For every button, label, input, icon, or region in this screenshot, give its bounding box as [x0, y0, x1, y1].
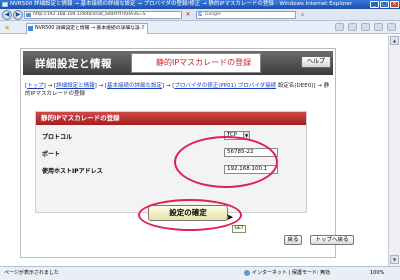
port-label: ポート	[42, 151, 61, 158]
stop-icon[interactable]: ✕	[184, 11, 192, 19]
toolbar-buttons	[335, 23, 396, 31]
tab-bar: ★ NVR500 詳細設定と情報 → 基本接続の詳細な設... ×	[0, 21, 400, 34]
google-icon: G	[198, 12, 203, 18]
help-button[interactable]: ヘルプ	[301, 56, 331, 68]
search-placeholder: Google	[205, 12, 221, 17]
page-content: 詳細設定と情報 静的IPマスカレードの登録 ヘルプ [トップ] → [詳細設定と…	[0, 35, 400, 265]
protocol-row: プロトコル TCP ▼	[40, 129, 302, 143]
print-icon[interactable]	[361, 23, 370, 31]
scroll-down-icon[interactable]: ▼	[390, 255, 399, 264]
breadcrumb-separator: ] → [	[43, 83, 57, 89]
maximize-button[interactable]: □	[380, 1, 389, 8]
security-zone: インターネット | 保護モード: 無効	[244, 267, 330, 280]
breadcrumb-separator: ] → [	[94, 83, 107, 89]
page-icon	[26, 13, 31, 17]
back-button[interactable]: 戻る	[284, 235, 302, 245]
page-title: 詳細設定と情報	[35, 58, 112, 70]
tab-page-icon	[28, 26, 33, 31]
zoom-level[interactable]: 100%	[370, 267, 384, 280]
status-bar: ページが表示されました インターネット | 保護モード: 無効 100%	[0, 266, 400, 280]
minimize-button[interactable]: _	[370, 1, 379, 8]
forward-nav-button[interactable]: ▶	[13, 10, 23, 20]
window-controls: _ □ ×	[370, 1, 399, 8]
tab-close-icon[interactable]: ×	[141, 24, 145, 30]
tab-label: NVR500 詳細設定と情報 → 基本接続の詳細な設...	[35, 26, 145, 31]
annotation-oval-confirm	[138, 199, 242, 231]
scroll-up-icon[interactable]: ▲	[390, 36, 399, 45]
address-bar: ◀ ▶ http://192.168.100.1/detail/nat_adds…	[0, 9, 400, 21]
ie-app-icon	[2, 2, 8, 7]
breadcrumb-separator: ] → [	[162, 83, 175, 89]
host-ip-label: 使用ホストIPアドレス	[42, 168, 103, 175]
window-title-bar: NVR500 詳細設定と情報 → 基本接続の詳細な設定 → プロバイダの登録/修…	[0, 0, 400, 9]
page-menu-icon[interactable]	[374, 23, 383, 31]
favorites-star-icon[interactable]: ★	[4, 24, 10, 32]
breadcrumb-top-link[interactable]: トップ	[27, 83, 44, 89]
back-to-top-button[interactable]: トップへ戻る	[310, 235, 354, 245]
search-input[interactable]: G Google ⌕	[196, 11, 304, 19]
search-icon[interactable]: ⌕	[301, 12, 304, 18]
panel-title: 静的IPマスカレードの登録	[36, 112, 306, 125]
close-button[interactable]: ×	[390, 1, 399, 8]
protocol-label: プロトコル	[42, 134, 73, 141]
page-subtitle: 静的IPマスカレードの登録	[131, 53, 261, 73]
tab-current[interactable]: NVR500 詳細設定と情報 → 基本接続の詳細な設...	[26, 23, 148, 34]
status-text: ページが表示されました	[4, 270, 59, 276]
url-input[interactable]: http://192.168.100.1/detail/nat_addstrt?…	[24, 11, 182, 19]
vertical-scrollbar[interactable]: ▲ ▼	[388, 35, 400, 266]
tools-menu-icon[interactable]	[387, 23, 396, 31]
feeds-icon[interactable]	[348, 23, 357, 31]
window-title: NVR500 詳細設定と情報 → 基本接続の詳細な設定 → プロバイダの登録/修…	[10, 1, 353, 7]
security-zone-text: インターネット | 保護モード: 無効	[252, 270, 331, 276]
breadcrumb-basic-link[interactable]: 基本接続の詳細な設定	[107, 83, 162, 89]
breadcrumb: [トップ] → [詳細設定と情報] → [基本接続の詳細な設定] → [プロバイ…	[25, 83, 331, 98]
cursor-tooltip: GET	[232, 225, 246, 233]
annotation-oval-fields	[174, 136, 278, 188]
breadcrumb-detail-link[interactable]: 詳細設定と情報	[56, 83, 95, 89]
url-text: http://192.168.100.1/detail/nat_addstrt?…	[33, 12, 146, 17]
breadcrumb-provider-link[interactable]: プロバイダの修正(PP01) プロバイダ接続	[174, 83, 276, 89]
globe-icon	[244, 269, 250, 276]
back-nav-button[interactable]: ◀	[2, 10, 12, 20]
page-header: 詳細設定と情報 静的IPマスカレードの登録 ヘルプ	[23, 51, 333, 75]
home-icon[interactable]	[335, 23, 344, 31]
